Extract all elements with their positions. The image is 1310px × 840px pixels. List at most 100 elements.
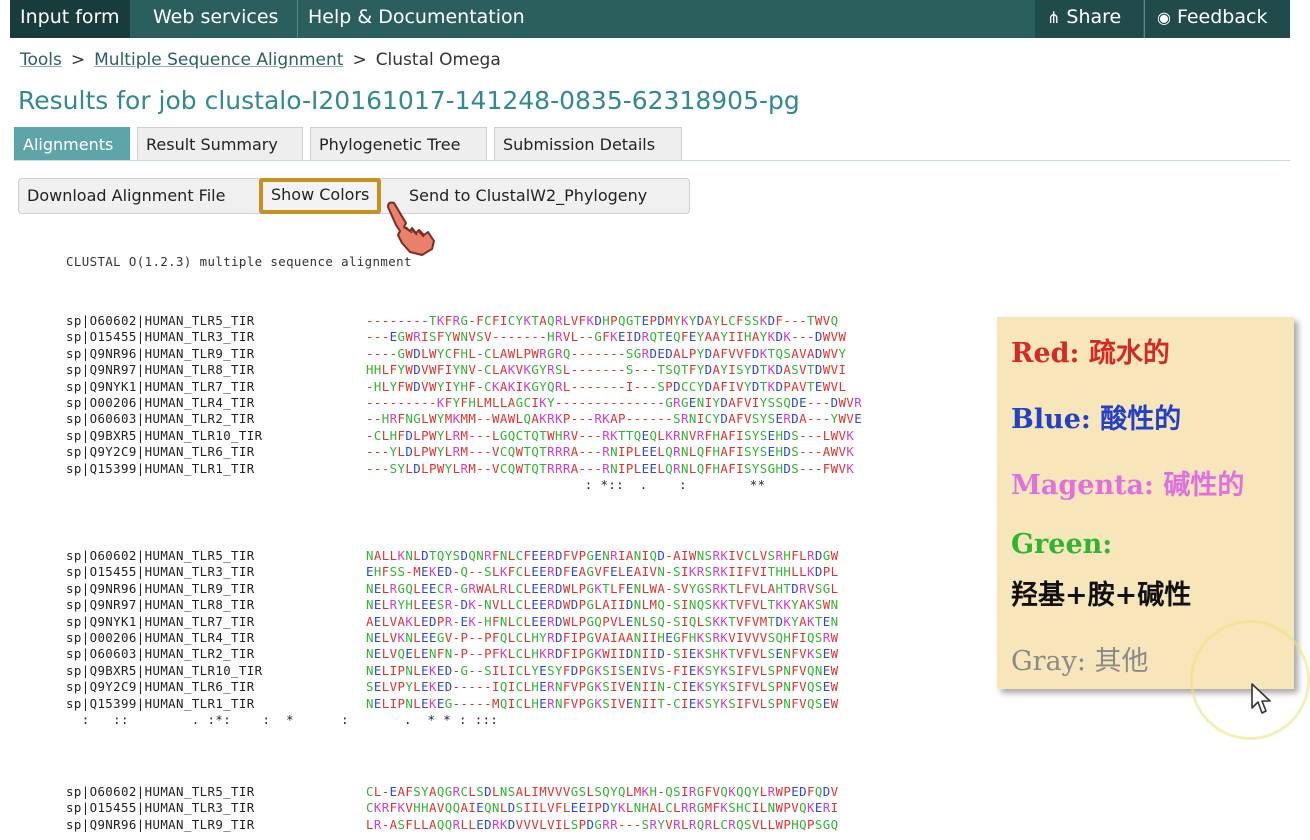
alignment-row: sp|O60603|HUMAN_TLR2_TIR NELVQELENFN-P--P…	[66, 646, 839, 662]
sequence-residues: ---SYLDLPWYLRM--VCQWTQTRRRA---RNIPLEELQR…	[366, 460, 855, 476]
mouse-pointer-icon	[1251, 683, 1271, 714]
breadcrumb: Tools > Multiple Sequence Alignment > Clusta…	[20, 50, 501, 70]
alignment-row: sp|O60602|HUMAN_TLR5_TIR CL-EAFSYAQGRCLSD…	[66, 784, 839, 800]
sequence-name: sp|O00206|HUMAN_TLR4_TIR	[66, 629, 255, 645]
alignment-toolbar: Download Alignment File Show Colors Send…	[18, 178, 690, 214]
legend-red: Red: 疏水的	[1011, 338, 1170, 369]
sequence-name: sp|Q9NR96|HUMAN_TLR9_TIR	[66, 580, 255, 596]
sequence-name: sp|O15455|HUMAN_TLR3_TIR	[66, 800, 255, 816]
sequence-name: sp|Q9NR96|HUMAN_TLR9_TIR	[66, 345, 255, 361]
share-button[interactable]: ⋔ Share	[1035, 0, 1143, 38]
alignment-row: sp|O60602|HUMAN_TLR5_TIR NALLKNLDTQYSDQNR…	[66, 548, 839, 564]
sequence-name: sp|Q9NYK1|HUMAN_TLR7_TIR	[66, 378, 255, 394]
pointing-hand-icon	[387, 201, 435, 256]
sequence-name: sp|O15455|HUMAN_TLR3_TIR	[66, 564, 255, 580]
sequence-residues: NELVKNLEEGV-P--PFQLCLHYRDFIPGVAIAANIIHEG…	[366, 629, 839, 645]
sequence-name: sp|Q9Y2C9|HUMAN_TLR6_TIR	[66, 679, 255, 695]
alignment-row: sp|Q9NYK1|HUMAN_TLR7_TIR AELVAKLEDPR-EK-H…	[66, 614, 839, 630]
top-nav: Input form Web services Help & Documenta…	[10, 0, 1290, 38]
sequence-residues: --HRFNGLWYMKMM--WAWLQAKRKP---RKAP------S…	[366, 411, 863, 427]
sequence-residues: LR-ASFLLAQQRLLEDRKDVVVLVILSPDGRR---SRYVR…	[366, 816, 839, 832]
alignment-row: sp|Q9NYK1|HUMAN_TLR7_TIR -HLYFWDVWYIYHF-C…	[66, 379, 862, 395]
alignment-row: sp|O00206|HUMAN_TLR4_TIR ---------KFYFHLM…	[66, 395, 862, 411]
sequence-name: sp|Q9NR97|HUMAN_TLR8_TIR	[66, 362, 255, 378]
alignment-row: sp|O60603|HUMAN_TLR2_TIR --HRFNGLWYMKMM--…	[66, 411, 862, 427]
sequence-name: sp|Q9BXR5|HUMAN_TLR10_TIR	[66, 427, 263, 443]
alignment-row: sp|Q15399|HUMAN_TLR1_TIR ---SYLDLPWYLRM--…	[66, 461, 862, 477]
sequence-name: sp|O15455|HUMAN_TLR3_TIR	[66, 329, 255, 345]
share-icon: ⋔	[1047, 8, 1061, 27]
sequence-residues: ---------KFYFHLMLLAGCIKY--------------GR…	[366, 394, 863, 410]
sequence-name: sp|O60602|HUMAN_TLR5_TIR	[66, 313, 255, 328]
sequence-name: sp|Q9NYK1|HUMAN_TLR7_TIR	[66, 613, 255, 629]
sequence-name: sp|Q9NR97|HUMAN_TLR8_TIR	[66, 597, 255, 613]
show-colors-button[interactable]: Show Colors	[259, 178, 382, 214]
tab-alignments[interactable]: Alignments	[14, 127, 130, 160]
alignment-row: sp|Q9NR96|HUMAN_TLR9_TIR ----GWDLWYCFHL-C…	[66, 346, 862, 362]
alignment-row: sp|Q9NR96|HUMAN_TLR9_TIR NELRGQLEECR-GRWA…	[66, 581, 839, 597]
conservation-line: : :: . :*: : * : . * * : :::	[66, 711, 499, 727]
nav-help-documentation[interactable]: Help & Documentation	[297, 0, 535, 38]
breadcrumb-separator: >	[70, 50, 86, 70]
sequence-residues: AELVAKLEDPR-EK-HFNLCLEERDWLPGQPVLENLSQ-S…	[366, 613, 839, 629]
alignment-row: sp|Q9NR96|HUMAN_TLR9_TIR LR-ASFLLAQQRLLED…	[66, 817, 839, 833]
nav-web-services[interactable]: Web services	[143, 0, 288, 38]
sequence-residues: NELRGQLEECR-GRWALRLCLEERDWLPGKTLFENLWA-S…	[366, 580, 839, 596]
sequence-name: sp|Q15399|HUMAN_TLR1_TIR	[66, 460, 255, 476]
alignment-row: sp|O60602|HUMAN_TLR5_TIR --------TKFRG-FC…	[66, 313, 862, 329]
sequence-residues: -HLYFWDVWYIYHF-CKAKIKGYQRL-------I---SPD…	[366, 378, 847, 394]
sequence-residues: NELIPNLEKED-G--SILICLYESYFDPGKSISENIVS-F…	[366, 662, 839, 678]
sequence-name: sp|Q9Y2C9|HUMAN_TLR6_TIR	[66, 444, 255, 460]
sequence-name: sp|O60603|HUMAN_TLR2_TIR	[66, 646, 255, 662]
sequence-residues: HHLFYWDVWFIYNV-CLAKVKGYRSL-------S---TSQ…	[366, 362, 847, 378]
sequence-name: sp|O00206|HUMAN_TLR4_TIR	[66, 394, 255, 410]
breadcrumb-current: Clustal Omega	[375, 50, 501, 70]
sequence-name: sp|Q15399|HUMAN_TLR1_TIR	[66, 695, 255, 711]
feedback-button[interactable]: ◉ Feedback	[1144, 0, 1290, 38]
share-label: Share	[1066, 6, 1122, 28]
conservation-line: : *:: . : **	[66, 476, 766, 492]
alignment-block: sp|O60602|HUMAN_TLR5_TIR NALLKNLDTQYSDQNR…	[66, 548, 839, 728]
alignment-row: sp|O15455|HUMAN_TLR3_TIR ---EGWRISFYWNVSV…	[66, 329, 862, 345]
sequence-residues: CL-EAFSYAQGRCLSDLNSALIMVVVGSLSQYQLMKH-QS…	[366, 784, 839, 799]
speech-bubble-icon: ◉	[1157, 8, 1171, 27]
legend-green: Green:	[1011, 529, 1113, 560]
breadcrumb-msa[interactable]: Multiple Sequence Alignment	[94, 50, 343, 70]
legend-magenta: Magenta: 碱性的	[1011, 470, 1245, 501]
sequence-residues: CKRFKVHHAVQQAIEQNLDSIILVFLEEIPDYKLNHALCL…	[366, 800, 839, 816]
feedback-label: Feedback	[1176, 6, 1268, 28]
alignment-row: sp|O15455|HUMAN_TLR3_TIR EHFSS-MEKED-Q--S…	[66, 564, 839, 580]
sequence-residues: NELRYHLEESR-DK-NVLLCLEERDWDPGLAIIDNLMQ-S…	[366, 597, 839, 613]
legend-gray: Gray: 其他	[1011, 646, 1149, 677]
breadcrumb-separator: >	[352, 50, 367, 70]
sequence-residues: SELVPYLEKED-----IQICLHERNFVPGKSIVENIIN-C…	[366, 679, 839, 695]
alignment-row: sp|Q9Y2C9|HUMAN_TLR6_TIR ---YLDLPWYLRM---…	[66, 444, 862, 460]
tab-submission-details[interactable]: Submission Details	[494, 127, 682, 160]
tab-phylogenetic-tree[interactable]: Phylogenetic Tree	[310, 127, 487, 160]
alignment-block: sp|O60602|HUMAN_TLR5_TIR CL-EAFSYAQGRCLSD…	[66, 784, 839, 833]
sequence-residues: EHFSS-MEKED-Q--SLKFCLEERDFEAGVFELEAIVN-S…	[366, 564, 839, 580]
legend-blue: Blue: 酸性的	[1011, 404, 1182, 435]
sequence-residues: --------TKFRG-FCFICYKTAQRLVFKDHPQGTEPDMY…	[366, 313, 839, 328]
sequence-name: sp|O60602|HUMAN_TLR5_TIR	[66, 784, 255, 799]
sequence-name: sp|O60603|HUMAN_TLR2_TIR	[66, 411, 255, 427]
sequence-residues: ---EGWRISFYWNVSV-------HRVL--GFKEIDRQTEQ…	[366, 329, 847, 345]
sequence-residues: NALLKNLDTQYSDQNRFNLCFEERDFVPGENRIANIQD-A…	[366, 548, 839, 563]
download-alignment-button[interactable]: Download Alignment File	[19, 179, 233, 213]
sequence-residues: NELVQELENFN-P--PFKLCLHKRDFIPGKWIIDNIID-S…	[366, 646, 839, 662]
alignment-block: sp|O60602|HUMAN_TLR5_TIR --------TKFRG-FC…	[66, 313, 862, 493]
sequence-name: sp|Q9BXR5|HUMAN_TLR10_TIR	[66, 662, 263, 678]
alignment-row: sp|Q9Y2C9|HUMAN_TLR6_TIR SELVPYLEKED-----…	[66, 679, 839, 695]
legend-green-description: 羟基+胺+碱性	[1011, 580, 1192, 611]
page-title: Results for job clustalo-I20161017-14124…	[18, 86, 800, 115]
nav-input-form[interactable]: Input form	[10, 0, 130, 38]
sequence-residues: -CLHFDLPWYLRM---LGQCTQTWHRV---RKTTQEQLKR…	[366, 427, 855, 443]
sequence-name: sp|O60602|HUMAN_TLR5_TIR	[66, 548, 255, 563]
sequence-residues: ----GWDLWYCFHL-CLAWLPWRGRQ-------SGRDEDA…	[366, 345, 847, 361]
tab-result-summary[interactable]: Result Summary	[137, 127, 303, 160]
sequence-residues: NELIPNLEKEG-----MQICLHERNFVPGKSIVENIIT-C…	[366, 695, 839, 711]
breadcrumb-tools[interactable]: Tools	[20, 50, 62, 70]
alignment-header: CLUSTAL O(1.2.3) multiple sequence align…	[66, 254, 412, 269]
sequence-residues: ---YLDLPWYLRM---VCQWTQTRRRA---RNIPLEELQR…	[366, 444, 855, 460]
alignment-row: sp|Q9BXR5|HUMAN_TLR10_TIR NELIPNLEKED-G--…	[66, 663, 839, 679]
